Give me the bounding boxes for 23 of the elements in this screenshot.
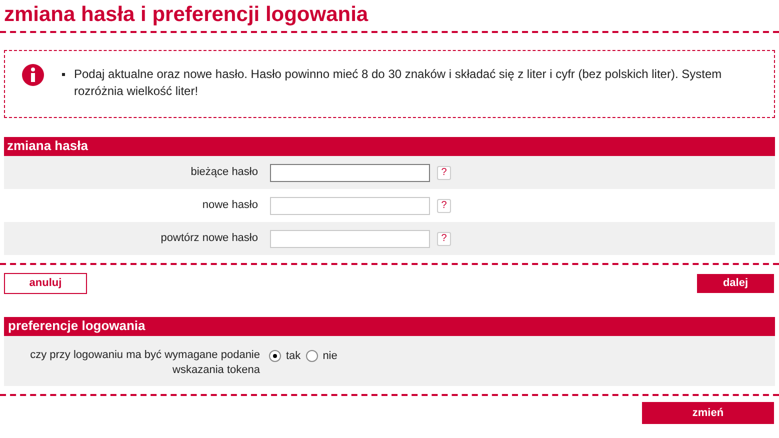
section-header: zmiana hasła bbox=[4, 137, 775, 156]
radio-button[interactable] bbox=[306, 350, 318, 362]
next-button[interactable]: dalej bbox=[697, 274, 774, 293]
password-field[interactable] bbox=[270, 164, 430, 182]
help-button[interactable]: ? bbox=[437, 232, 451, 246]
cancel-button[interactable]: anuluj bbox=[4, 273, 87, 294]
field-label: nowe hasło bbox=[201, 198, 258, 214]
field-label: powtórz nowe hasło bbox=[160, 231, 258, 246]
info-text: Podaj aktualne oraz nowe hasło. Hasło powinno mieć 8 do 30 znaków i składać się z liter i cyfr (bez polskich liter). System rozróżnia wielkość liter! bbox=[74, 66, 723, 100]
help-button[interactable]: ? bbox=[437, 198, 451, 212]
question-label: czy przy logowaniu ma być wymagane podanie wskazania tokena bbox=[29, 348, 260, 378]
bullet-icon bbox=[62, 73, 65, 76]
section-header: preferencje logowania bbox=[4, 317, 775, 336]
radio-label: tak bbox=[286, 349, 301, 364]
password-field[interactable] bbox=[270, 196, 430, 214]
help-button[interactable]: ? bbox=[437, 166, 451, 180]
info-icon bbox=[22, 64, 44, 86]
password-field[interactable] bbox=[270, 230, 430, 248]
radio-button[interactable] bbox=[269, 350, 281, 362]
radio-label: nie bbox=[322, 349, 338, 364]
submit-button[interactable]: zmień bbox=[642, 402, 774, 424]
page-title: zmiana hasła i preferencji logowania bbox=[4, 2, 368, 28]
field-label: bieżące hasło bbox=[190, 165, 258, 180]
